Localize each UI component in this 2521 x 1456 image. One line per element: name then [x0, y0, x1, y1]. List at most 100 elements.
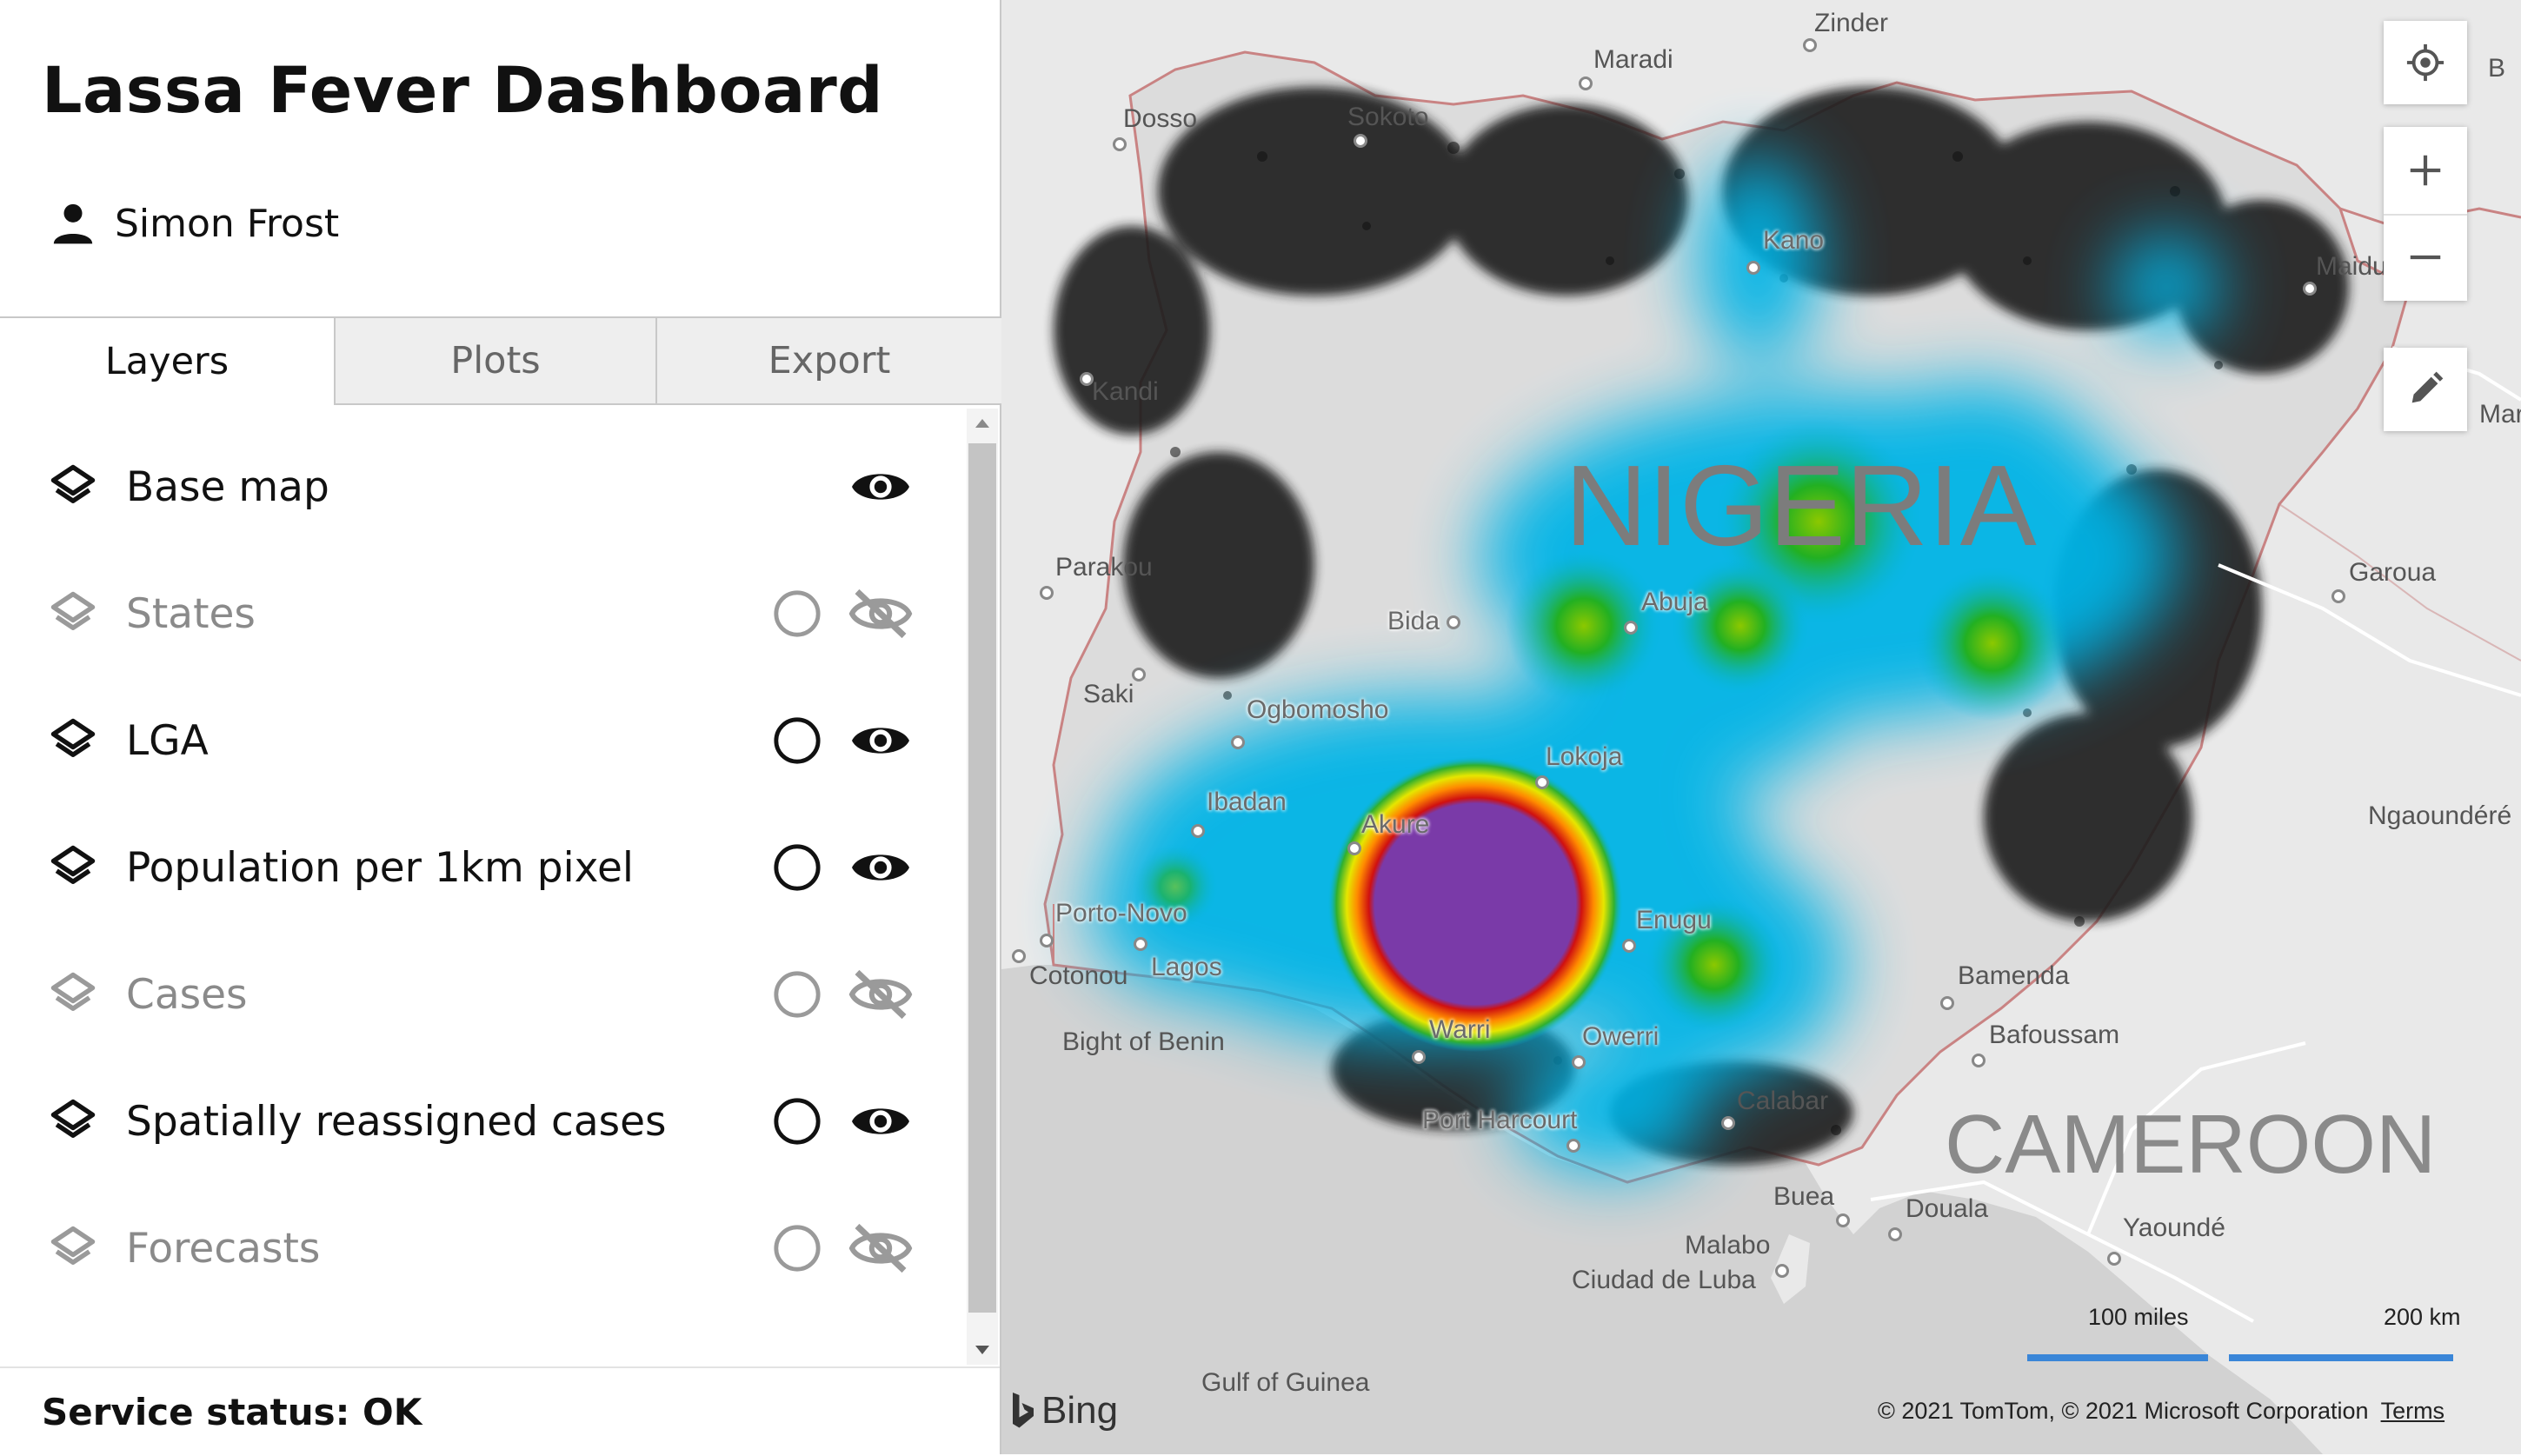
zoom-out-button[interactable] [2384, 214, 2467, 301]
tab-plots[interactable]: Plots [334, 318, 655, 405]
radio-button[interactable] [772, 588, 822, 639]
layer-row-population: Population per 1km pixel [0, 815, 956, 920]
city-label-calabar: Calabar [1737, 1087, 1829, 1115]
heat-spot [1671, 556, 1810, 695]
eye-off-icon[interactable] [848, 968, 913, 1021]
map-scale: 100 miles 200 km [2027, 1304, 2479, 1373]
layer-row-spatially-reassigned-cases: Spatially reassigned cases [0, 1069, 956, 1173]
layer-list: Base map States LGA Population per 1km p… [0, 435, 965, 1339]
layer-list-scrollbar[interactable] [967, 409, 998, 1365]
city-label-dosso: Dosso [1123, 104, 1198, 133]
layers-icon [50, 1226, 96, 1265]
my-location-button[interactable] [2384, 21, 2467, 104]
layer-label: Population per 1km pixel [126, 843, 634, 892]
city-dot-yaounde [2107, 1252, 2121, 1266]
layers-icon [50, 1099, 96, 1138]
city-label-edge-b: B [2488, 54, 2506, 83]
eye-off-icon[interactable] [848, 1222, 913, 1274]
eye-off-icon[interactable] [848, 588, 913, 640]
map-view[interactable]: NIGERIA CAMEROON Zinder Maradi Dosso Sok… [1001, 0, 2521, 1454]
draw-pencil-icon [2411, 371, 2444, 403]
heat-spot [1506, 548, 1662, 704]
layers-icon [50, 464, 96, 503]
city-dot-owerri [1572, 1055, 1586, 1069]
city-label-lagos: Lagos [1151, 953, 1222, 981]
city-label-abuja: Abuja [1641, 588, 1708, 616]
city-label-bight-of-benin: Bight of Benin [1062, 1027, 1225, 1056]
city-dot-lagos [1134, 937, 1147, 951]
city-label-enugu: Enugu [1636, 906, 1712, 934]
city-dot-bafoussam [1972, 1054, 1986, 1067]
tab-layers[interactable]: Layers [0, 318, 334, 405]
city-dot-parakou [1040, 586, 1054, 600]
eye-icon[interactable] [848, 715, 913, 767]
layer-row-states: States [0, 562, 956, 666]
city-label-maradi: Maradi [1593, 45, 1673, 74]
city-label-sokoto: Sokoto [1347, 103, 1429, 131]
layer-label: Spatially reassigned cases [126, 1097, 667, 1146]
city-label-bafoussam: Bafoussam [1989, 1021, 2120, 1049]
my-location-icon [2406, 43, 2445, 82]
zoom-in-button[interactable] [2384, 127, 2467, 216]
city-label-cotonou: Cotonou [1029, 961, 1128, 990]
layer-label: States [126, 589, 256, 638]
radio-button[interactable] [772, 1096, 822, 1147]
city-label-gulf-of-guinea: Gulf of Guinea [1201, 1368, 1370, 1397]
city-label-owerri: Owerri [1582, 1022, 1660, 1051]
city-dot-bamenda [1940, 996, 1954, 1010]
scroll-up-arrow-icon[interactable] [967, 409, 998, 438]
radio-button[interactable] [772, 715, 822, 766]
city-label-warri: Warri [1429, 1015, 1491, 1044]
city-dot-malabo [1775, 1264, 1789, 1278]
city-dot-calabar [1721, 1116, 1735, 1130]
layer-label: Forecasts [126, 1224, 321, 1273]
city-label-bamenda: Bamenda [1958, 961, 2070, 990]
eye-icon[interactable] [848, 841, 913, 894]
city-dot-ogbomosho [1231, 735, 1245, 749]
scale-bar-km [2229, 1354, 2453, 1361]
scrollbar-thumb[interactable] [968, 443, 996, 1313]
country-label-cameroon: CAMEROON [1945, 1098, 2437, 1191]
city-label-saki: Saki [1083, 680, 1134, 708]
city-label-zinder: Zinder [1814, 9, 1889, 37]
radio-button[interactable] [772, 969, 822, 1020]
scroll-down-arrow-icon[interactable] [967, 1335, 998, 1365]
terms-link[interactable]: Terms [2381, 1398, 2445, 1424]
radio-button[interactable] [772, 842, 822, 893]
eye-icon[interactable] [848, 461, 913, 513]
person-icon [53, 203, 93, 244]
city-dot-port-harcourt [1566, 1139, 1580, 1153]
city-dot-garoua [2331, 589, 2345, 603]
layers-icon [50, 972, 96, 1011]
city-label-malabo: Malabo [1685, 1231, 1771, 1260]
city-label-bida: Bida [1387, 607, 1440, 635]
tab-bar: Layers Plots Export [0, 316, 1001, 405]
draw-button[interactable] [2384, 348, 2467, 431]
zoom-out-icon [2410, 255, 2441, 260]
city-label-yaounde: Yaoundé [2123, 1213, 2225, 1242]
attribution-text: © 2021 TomTom, © 2021 Microsoft Corporat… [1878, 1398, 2369, 1424]
scale-label-km: 200 km [2384, 1304, 2461, 1330]
city-dot-dosso [1113, 137, 1127, 151]
layers-icon [50, 845, 96, 884]
layer-label: Base map [126, 462, 329, 511]
country-label-nigeria: NIGERIA [1565, 442, 2037, 569]
city-dot-warri [1412, 1050, 1426, 1064]
status-bar: Service status: OK [0, 1366, 1000, 1456]
city-label-garoua: Garoua [2349, 558, 2437, 587]
eye-icon[interactable] [848, 1095, 913, 1147]
radio-button[interactable] [772, 1223, 822, 1273]
city-dot-maradi [1579, 76, 1593, 90]
city-label-maiduguri: Maidu [2316, 252, 2387, 281]
city-label-kano: Kano [1763, 226, 1825, 255]
zoom-controls [2384, 127, 2467, 301]
city-dot-saki [1132, 668, 1146, 681]
city-dot-abuja [1624, 621, 1638, 635]
heat-spot [1914, 565, 2071, 721]
city-dot-akure [1347, 841, 1361, 855]
city-label-ogbomosho: Ogbomosho [1247, 695, 1389, 724]
tab-export[interactable]: Export [655, 318, 1001, 405]
city-label-douala: Douala [1906, 1194, 1989, 1223]
bing-logo[interactable]: Bing [1010, 1389, 1118, 1433]
scale-bar-miles [2027, 1354, 2208, 1361]
